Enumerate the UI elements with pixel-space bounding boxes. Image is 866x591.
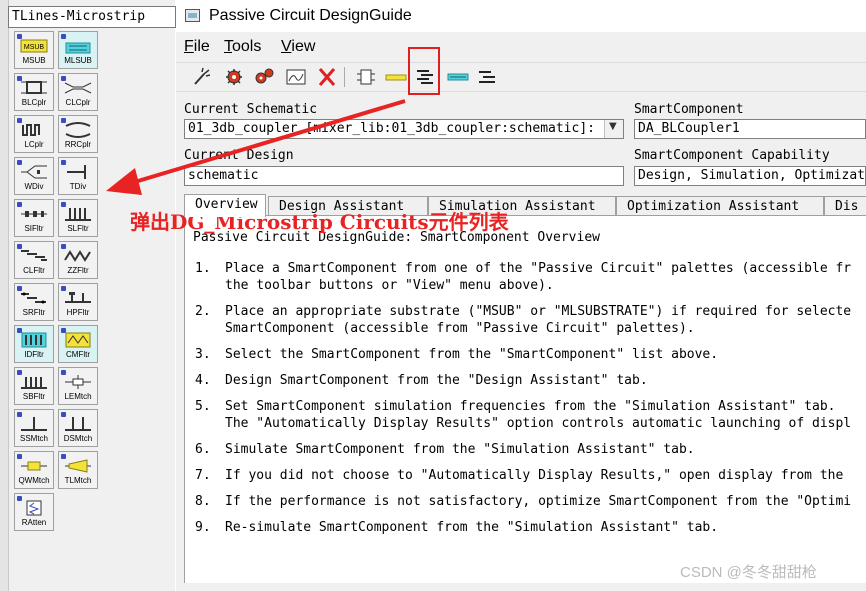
tab-overview-label: Overview	[195, 197, 258, 212]
watermark: CSDN @冬冬甜甜枪	[680, 564, 817, 581]
annotation-arrow	[106, 99, 406, 195]
tab-overview[interactable]: Overview	[184, 194, 266, 217]
